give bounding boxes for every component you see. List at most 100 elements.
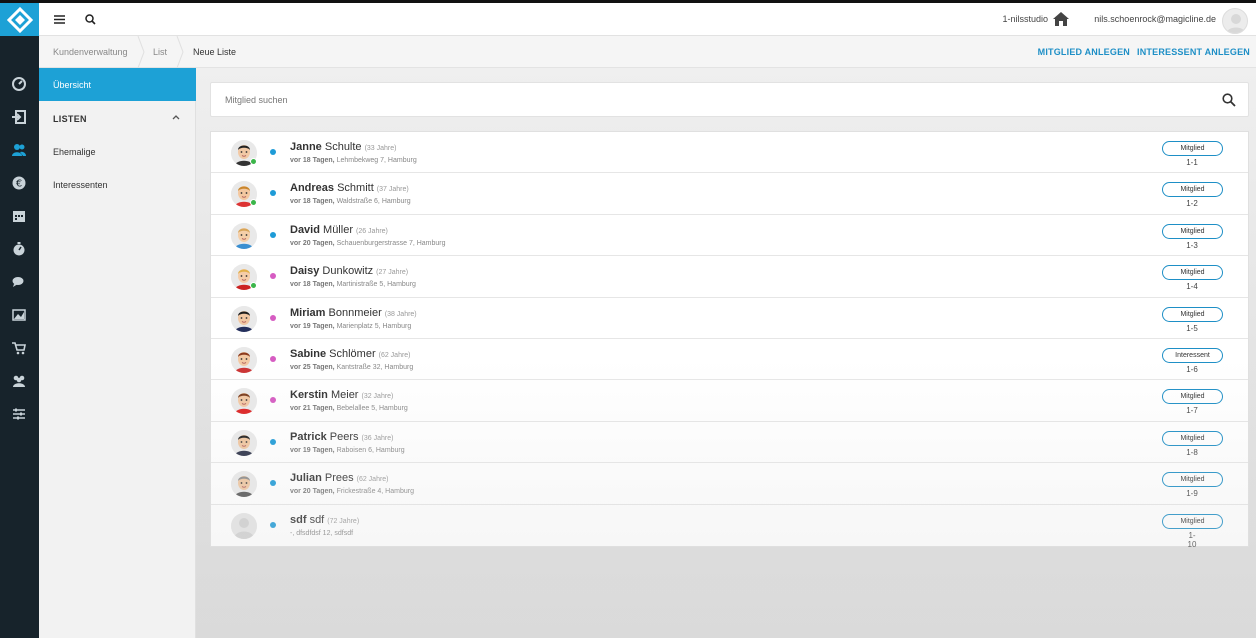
member-avatar[interactable]: [231, 512, 257, 539]
member-row[interactable]: Andreas Schmitt (37 Jahre) vor 18 Tagen, W…: [211, 173, 1248, 215]
member-details: vor 20 Tagen, Schauenburgerstrasse 7, Ha…: [290, 240, 446, 247]
svg-text:€: €: [16, 179, 22, 190]
member-address: Lehmbekweg 7, Hamburg: [336, 157, 417, 164]
member-address: Marienplatz 5, Hamburg: [336, 322, 412, 330]
member-row[interactable]: Daisy Dunkowitz (27 Jahre) vor 18 Tagen, M…: [211, 256, 1248, 298]
member-number: 1-3: [1186, 240, 1198, 250]
breadcrumb: Kundenverwaltung List Neue Liste MITGLIE…: [39, 36, 1256, 68]
member-details: -, dfsdfdsf 12, sdfsdf: [290, 530, 353, 537]
statistics-icon[interactable]: [10, 306, 28, 324]
gender-dot: [270, 231, 276, 238]
member-number: 1-1: [1186, 158, 1198, 167]
member-avatar[interactable]: [231, 305, 257, 332]
member-avatar[interactable]: [231, 471, 257, 498]
search-input[interactable]: [211, 83, 1211, 116]
member-name[interactable]: Julian Prees (62 Jahre): [290, 472, 389, 484]
member-status-badge: Mitglied: [1162, 223, 1223, 239]
member-address: Martinistraße 5, Hamburg: [336, 281, 416, 289]
user-avatar[interactable]: [1222, 8, 1248, 34]
magicline-logo[interactable]: [0, 3, 39, 36]
search-icon[interactable]: [82, 11, 98, 27]
member-name[interactable]: Miriam Bonnmeier (38 Jahre): [290, 307, 417, 319]
breadcrumb-list[interactable]: List: [153, 47, 167, 57]
member-status-badge: Mitglied: [1162, 513, 1223, 529]
member-address: Bebelallee 5, Hamburg: [336, 405, 408, 413]
member-status-badge: Mitglied: [1162, 389, 1223, 405]
last-visit: vor 21 Tagen,: [290, 405, 335, 413]
member-row[interactable]: sdf sdf (72 Jahre) -, dfsdfdsf 12, sdfsdf…: [211, 505, 1248, 549]
dashboard-icon[interactable]: [10, 75, 28, 93]
last-visit: vor 19 Tagen,: [290, 446, 335, 454]
sidebar-section-listen[interactable]: LISTEN: [53, 114, 87, 124]
member-address: -, dfsdfdsf 12, sdfsdf: [290, 529, 354, 537]
gender-dot: [270, 355, 276, 362]
hamburger-menu-icon[interactable]: [51, 11, 67, 27]
sidebar-item-overview[interactable]: Übersicht: [39, 68, 196, 101]
shop-cart-icon[interactable]: [10, 339, 28, 357]
member-status-badge: Mitglied: [1162, 472, 1223, 488]
member-number: 1-10: [1187, 530, 1197, 549]
last-visit: vor 20 Tagen,: [290, 239, 335, 247]
studio-name[interactable]: 1-nilsstudio: [1002, 14, 1048, 24]
member-name[interactable]: Janne Schulte (33 Jahre): [290, 141, 396, 153]
member-status-badge: Interessent: [1162, 347, 1223, 363]
checkin-icon[interactable]: [10, 108, 28, 126]
member-row[interactable]: Kerstin Meier (32 Jahre) vor 21 Tagen, Beb…: [211, 380, 1248, 422]
member-row[interactable]: Julian Prees (62 Jahre) vor 20 Tagen, Fric…: [211, 463, 1248, 505]
member-name[interactable]: Andreas Schmitt (37 Jahre): [290, 182, 409, 194]
breadcrumb-separator: [137, 36, 145, 68]
icon-rail: €: [0, 3, 39, 638]
chevron-up-icon[interactable]: [171, 112, 181, 122]
gender-dot: [270, 438, 276, 445]
online-status-indicator: [250, 199, 257, 207]
member-row[interactable]: Miriam Bonnmeier (38 Jahre) vor 19 Tagen, …: [211, 298, 1248, 339]
last-visit: vor 18 Tagen,: [290, 198, 335, 206]
sidebar-item-interessenten[interactable]: Interessenten: [53, 180, 108, 190]
member-row[interactable]: Patrick Peers (36 Jahre) vor 19 Tagen, Rab…: [211, 422, 1248, 464]
add-prospect-button[interactable]: INTERESSENT ANLEGEN: [1137, 47, 1250, 57]
member-address: Frickestraße 4, Hamburg: [336, 488, 414, 496]
online-status-indicator: [250, 158, 257, 165]
member-details: vor 18 Tagen, Martinistraße 5, Hamburg: [290, 281, 416, 288]
breadcrumb-separator: [176, 36, 184, 68]
member-avatar[interactable]: [231, 388, 257, 415]
breadcrumb-kundenverwaltung[interactable]: Kundenverwaltung: [53, 47, 128, 57]
chat-icon[interactable]: [10, 273, 28, 291]
user-email[interactable]: nils.schoenrock@magicline.de: [1094, 14, 1216, 24]
member-age: (72 Jahre): [327, 517, 360, 525]
member-name[interactable]: Daisy Dunkowitz (27 Jahre): [290, 265, 408, 277]
member-name[interactable]: Patrick Peers (36 Jahre): [290, 431, 393, 443]
home-icon[interactable]: [1052, 11, 1070, 32]
member-row[interactable]: Sabine Schlömer (62 Jahre) vor 25 Tagen, K…: [211, 339, 1248, 381]
member-name[interactable]: Sabine Schlömer (62 Jahre): [290, 348, 411, 360]
gender-dot: [270, 397, 276, 404]
groups-icon[interactable]: [10, 372, 28, 390]
member-age: (62 Jahre): [356, 476, 389, 484]
member-avatar[interactable]: [231, 346, 257, 373]
search-icon[interactable]: [1222, 93, 1236, 112]
timer-icon[interactable]: [10, 240, 28, 258]
member-details: vor 18 Tagen, Lehmbekweg 7, Hamburg: [290, 157, 417, 164]
sidebar-item-ehemalige[interactable]: Ehemalige: [53, 147, 96, 157]
member-details: vor 18 Tagen, Waldstraße 6, Hamburg: [290, 198, 411, 205]
euro-icon[interactable]: €: [10, 174, 28, 192]
member-age: (62 Jahre): [378, 351, 411, 359]
gender-dot: [270, 521, 276, 528]
sidebar: Übersicht LISTEN Ehemalige Interessenten: [39, 68, 196, 638]
settings-sliders-icon[interactable]: [10, 405, 28, 423]
member-number: 1-6: [1186, 364, 1198, 374]
calendar-icon[interactable]: [10, 207, 28, 225]
member-name[interactable]: Kerstin Meier (32 Jahre): [290, 389, 393, 401]
member-name[interactable]: David Müller (26 Jahre): [290, 224, 388, 236]
member-age: (33 Jahre): [364, 145, 397, 152]
member-avatar[interactable]: [231, 222, 257, 249]
member-avatar[interactable]: [231, 429, 257, 456]
member-row[interactable]: Janne Schulte (33 Jahre) vor 18 Tagen, Leh…: [211, 132, 1248, 174]
member-details: vor 20 Tagen, Frickestraße 4, Hamburg: [290, 488, 414, 495]
add-member-button[interactable]: MITGLIED ANLEGEN: [1038, 47, 1130, 57]
members-icon[interactable]: [10, 141, 28, 159]
member-row[interactable]: David Müller (26 Jahre) vor 20 Tagen, Scha…: [211, 215, 1248, 257]
member-age: (27 Jahre): [376, 269, 409, 277]
member-name[interactable]: sdf sdf (72 Jahre): [290, 514, 359, 526]
member-address: Waldstraße 6, Hamburg: [336, 198, 411, 206]
